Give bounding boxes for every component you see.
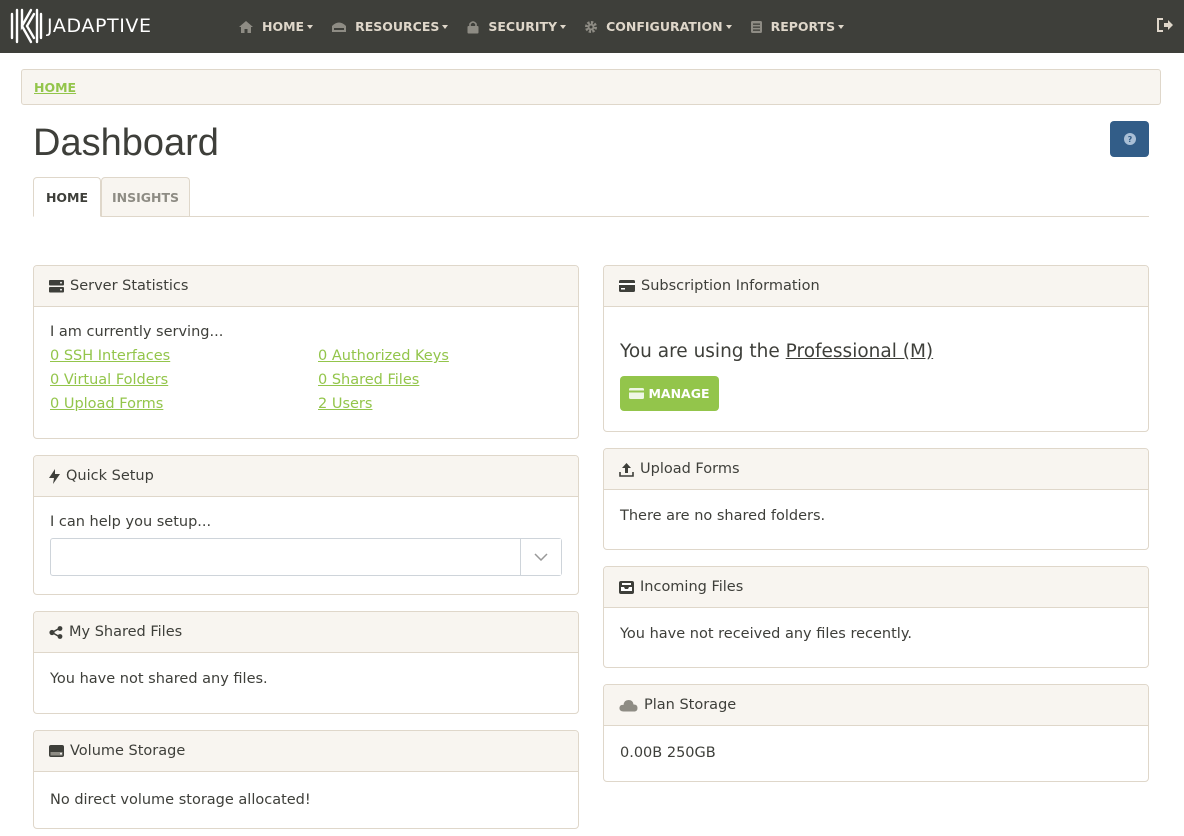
chevron-down-icon bbox=[838, 24, 845, 29]
users-link[interactable]: 2 Users bbox=[318, 394, 558, 414]
quick-setup-intro: I can help you setup... bbox=[50, 514, 212, 530]
page-title: Dashboard bbox=[33, 122, 219, 164]
hard-drive-icon bbox=[49, 745, 64, 757]
top-navbar: JADAPTIVE HOME RESOURCES SECURITY CONFIG… bbox=[0, 0, 1184, 53]
nav-home[interactable]: HOME bbox=[238, 19, 314, 34]
brand-logo[interactable]: JADAPTIVE bbox=[9, 6, 152, 46]
subscription-plan-text: You are using the Professional (M) bbox=[620, 341, 1132, 362]
my-shared-files-title: My Shared Files bbox=[69, 624, 183, 640]
help-button[interactable]: ? bbox=[1110, 121, 1149, 157]
credit-card-icon bbox=[619, 280, 635, 292]
chevron-down-icon bbox=[560, 24, 567, 29]
svg-text:?: ? bbox=[1127, 135, 1132, 144]
chevron-down-icon bbox=[534, 553, 548, 561]
plan-storage-title: Plan Storage bbox=[644, 697, 737, 713]
my-shared-files-card: My Shared Files You have not shared any … bbox=[33, 611, 579, 714]
upload-forms-title: Upload Forms bbox=[640, 461, 740, 477]
chevron-down-icon bbox=[725, 24, 732, 29]
upload-forms-header: Upload Forms bbox=[604, 449, 1148, 490]
manage-button[interactable]: MANAGE bbox=[620, 376, 719, 411]
nav-security-label: SECURITY bbox=[488, 19, 558, 34]
nav-reports-label: REPORTS bbox=[770, 19, 836, 34]
reports-icon bbox=[750, 20, 762, 33]
volume-storage-header: Volume Storage bbox=[34, 731, 578, 772]
gear-icon bbox=[585, 20, 598, 33]
upload-forms-link[interactable]: 0 Upload Forms bbox=[50, 394, 318, 414]
subscription-header: Subscription Information bbox=[604, 266, 1148, 307]
breadcrumb: HOME bbox=[21, 69, 1161, 105]
my-shared-files-body: You have not shared any files. bbox=[34, 671, 578, 687]
incoming-files-title: Incoming Files bbox=[640, 579, 744, 595]
quick-setup-header: Quick Setup bbox=[34, 456, 578, 497]
bolt-icon bbox=[49, 468, 60, 484]
manage-label: MANAGE bbox=[648, 386, 710, 401]
authorized-keys-link[interactable]: 0 Authorized Keys bbox=[318, 346, 558, 366]
inbox-icon bbox=[619, 580, 634, 594]
upload-forms-card: Upload Forms There are no shared folders… bbox=[603, 448, 1149, 550]
dashboard-tabs: HOME INSIGHTS bbox=[33, 177, 1149, 217]
incoming-files-text: You have not received any files recently… bbox=[620, 626, 912, 642]
sign-out-icon bbox=[1157, 18, 1173, 32]
server-statistics-card: Server Statistics I am currently serving… bbox=[33, 265, 579, 439]
lock-icon bbox=[467, 20, 479, 33]
nav-home-label: HOME bbox=[262, 19, 305, 34]
brand-name: JADAPTIVE bbox=[47, 15, 152, 37]
main-menu: HOME RESOURCES SECURITY CONFIGURATION RE… bbox=[238, 0, 862, 53]
credit-card-icon bbox=[629, 388, 645, 399]
server-statistics-header: Server Statistics bbox=[34, 266, 578, 307]
quick-setup-title: Quick Setup bbox=[66, 468, 154, 484]
my-shared-files-text: You have not shared any files. bbox=[50, 671, 268, 687]
server-icon bbox=[49, 279, 64, 292]
nav-configuration[interactable]: CONFIGURATION bbox=[584, 19, 732, 34]
nav-resources[interactable]: RESOURCES bbox=[331, 19, 449, 34]
plan-storage-header: Plan Storage bbox=[604, 685, 1148, 726]
server-statistics-title: Server Statistics bbox=[70, 278, 189, 294]
subscription-title: Subscription Information bbox=[641, 278, 820, 294]
select-toggle[interactable] bbox=[520, 539, 561, 575]
plan-storage-card: Plan Storage 0.00B 250GB bbox=[603, 684, 1149, 782]
share-icon bbox=[49, 625, 63, 639]
question-icon: ? bbox=[1123, 133, 1136, 145]
resources-icon bbox=[332, 22, 347, 32]
upload-icon bbox=[619, 462, 634, 477]
server-statistics-intro: I am currently serving... bbox=[50, 324, 224, 340]
volume-storage-card: Volume Storage No direct volume storage … bbox=[33, 730, 579, 829]
logout-button[interactable] bbox=[1156, 17, 1174, 37]
nav-reports[interactable]: REPORTS bbox=[750, 19, 845, 34]
quick-setup-select[interactable] bbox=[50, 538, 562, 576]
home-icon bbox=[239, 20, 253, 33]
quick-setup-body: I can help you setup... bbox=[34, 514, 578, 576]
tab-home[interactable]: HOME bbox=[33, 177, 101, 217]
volume-storage-text: No direct volume storage allocated! bbox=[50, 792, 311, 808]
nav-configuration-label: CONFIGURATION bbox=[606, 19, 723, 34]
ssh-interfaces-link[interactable]: 0 SSH Interfaces bbox=[50, 346, 318, 366]
subscription-body: You are using the Professional (M) MANAG… bbox=[604, 341, 1148, 411]
cloud-icon bbox=[619, 699, 638, 711]
chevron-down-icon bbox=[307, 24, 314, 29]
stat-links: 0 SSH Interfaces 0 Authorized Keys 0 Vir… bbox=[50, 346, 562, 414]
breadcrumb-home-link[interactable]: HOME bbox=[34, 80, 76, 95]
my-shared-files-header: My Shared Files bbox=[34, 612, 578, 653]
virtual-folders-link[interactable]: 0 Virtual Folders bbox=[50, 370, 318, 390]
subscription-card: Subscription Information You are using t… bbox=[603, 265, 1149, 432]
using-prefix: You are using the bbox=[620, 341, 786, 362]
nav-resources-label: RESOURCES bbox=[355, 19, 440, 34]
incoming-files-card: Incoming Files You have not received any… bbox=[603, 566, 1149, 668]
plan-storage-body: 0.00B 250GB bbox=[604, 745, 1148, 761]
volume-storage-body: No direct volume storage allocated! bbox=[34, 792, 578, 808]
plan-link[interactable]: Professional (M) bbox=[786, 341, 933, 362]
tab-insights[interactable]: INSIGHTS bbox=[101, 177, 190, 216]
quick-setup-card: Quick Setup I can help you setup... bbox=[33, 455, 579, 595]
nav-security[interactable]: SECURITY bbox=[466, 19, 567, 34]
jadaptive-logo-icon bbox=[10, 8, 43, 44]
volume-storage-title: Volume Storage bbox=[70, 743, 186, 759]
chevron-down-icon bbox=[442, 24, 449, 29]
incoming-files-header: Incoming Files bbox=[604, 567, 1148, 608]
upload-forms-text: There are no shared folders. bbox=[620, 508, 826, 524]
incoming-files-body: You have not received any files recently… bbox=[604, 626, 1148, 642]
plan-storage-text: 0.00B 250GB bbox=[620, 745, 716, 761]
server-statistics-body: I am currently serving... 0 SSH Interfac… bbox=[34, 324, 578, 414]
shared-files-link[interactable]: 0 Shared Files bbox=[318, 370, 558, 390]
upload-forms-body: There are no shared folders. bbox=[604, 508, 1148, 524]
